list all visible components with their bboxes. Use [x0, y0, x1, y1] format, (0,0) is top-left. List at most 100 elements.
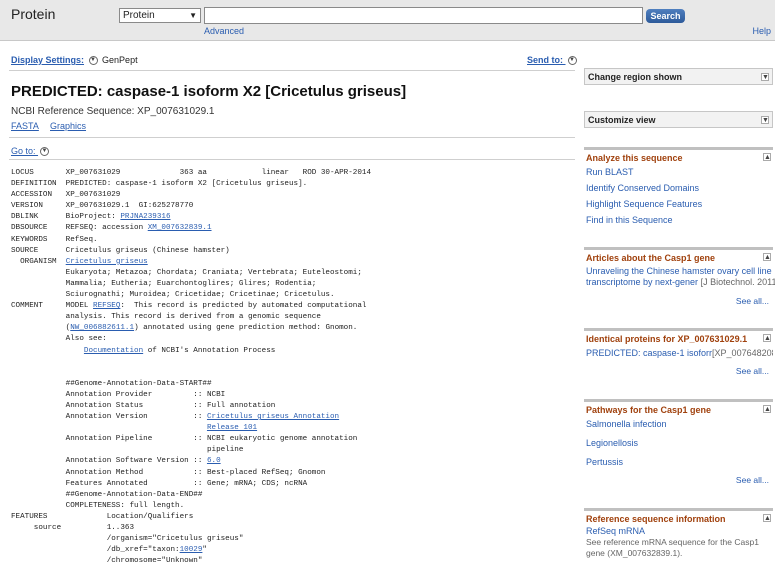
flatfile-link[interactable]: Cricetulus griseus Annotation [207, 413, 339, 421]
section-title: Identical proteins for XP_007631029.1 ▲ [584, 331, 773, 346]
search-header: Protein Protein ▼ Search Advanced Help [0, 0, 775, 41]
collapse-icon[interactable]: ▲ [763, 153, 771, 161]
help-link[interactable]: Help [752, 26, 771, 36]
flatfile-text: Features Annotated :: Gene; mRNA; CDS; n… [11, 479, 308, 488]
flatfile-text: /chromosome="Unknown" [11, 557, 203, 566]
flatfile-link[interactable]: 6.0 [207, 457, 221, 465]
collapse-icon[interactable]: ▲ [763, 405, 771, 413]
flatfile-text: LOCUS XP_007631029 363 aa linear ROD 30-… [11, 169, 372, 177]
flatfile-link[interactable]: Release 101 [207, 424, 257, 432]
search-button[interactable]: Search [646, 9, 685, 23]
section-title: Reference sequence information ▲ [584, 511, 773, 526]
flatfile-link[interactable]: Cricetulus griseus [66, 258, 148, 266]
flatfile-text: : This record is predicted by automated … [120, 302, 367, 311]
flatfile-line: Annotation Provider :: NCBI [11, 390, 371, 401]
refseq-mrna-link[interactable]: RefSeq mRNA [584, 526, 773, 537]
customize-view-toggle[interactable]: Customize view ▼ [584, 111, 773, 128]
flatfile-line: Release 101 [11, 423, 371, 434]
change-region-toggle[interactable]: Change region shown ▼ [584, 68, 773, 85]
section-title: Articles about the Casp1 gene ▲ [584, 250, 773, 265]
display-settings[interactable]: Display Settings: ▼ GenPept [11, 55, 138, 66]
see-all-link[interactable]: See all... [584, 366, 773, 376]
collapse-icon[interactable]: ▲ [763, 514, 771, 522]
change-region-label[interactable]: Change region shown [588, 72, 682, 82]
flatfile-link[interactable]: XM_007632839.1 [148, 224, 212, 232]
flatfile-text [11, 347, 84, 355]
flatfile-text: Annotation Software Version :: [11, 457, 207, 466]
article-link-text[interactable]: transcriptome by next-gener [586, 277, 698, 287]
collapse-icon[interactable]: ▲ [763, 253, 771, 261]
flatfile-line: KEYWORDS RefSeq. [11, 235, 371, 246]
flatfile-text: ##Genome-Annotation-Data-START## [11, 379, 212, 388]
flatfile-link[interactable]: Documentation [84, 347, 143, 355]
flatfile-line: (NW_006882611.1) annotated using gene pr… [11, 323, 371, 334]
identical-protein-item[interactable]: PREDICTED: caspase-1 isoforr[XP_00764820… [584, 346, 773, 362]
pathways-section: Pathways for the Casp1 gene ▲ Salmonella… [584, 399, 773, 485]
flatfile-line: DBSOURCE REFSEQ: accession XM_007632839.… [11, 223, 371, 234]
database-select[interactable]: Protein ▼ [119, 8, 201, 23]
flatfile-link[interactable]: REFSEQ [93, 302, 120, 310]
flatfile-text: Annotation Pipeline :: NCBI eukaryotic g… [11, 435, 358, 444]
flatfile-line: Annotation Pipeline :: NCBI eukaryotic g… [11, 434, 371, 445]
advanced-search-link[interactable]: Advanced [204, 26, 244, 36]
collapse-icon[interactable]: ▲ [763, 334, 771, 342]
refseq-info-section: Reference sequence information ▲ RefSeq … [584, 508, 773, 559]
flatfile-text [11, 369, 16, 377]
flatfile-text: COMMENT MODEL [11, 302, 94, 311]
article-link[interactable]: Unraveling the Chinese hamster ovary cel… [584, 266, 773, 277]
section-title: Analyze this sequence ▲ [584, 150, 773, 165]
flatfile-line: analysis. This record is derived from a … [11, 312, 371, 323]
flatfile-line: Annotation Method :: Best-placed RefSeq;… [11, 468, 371, 479]
flatfile-line [11, 357, 371, 368]
pathway-salmonella-link[interactable]: Salmonella infection [584, 417, 773, 436]
identical-title: Identical proteins for XP_007631029.1 [586, 334, 748, 344]
chevron-down-icon[interactable]: ▼ [567, 56, 577, 66]
chevron-down-icon[interactable]: ▼ [40, 147, 50, 157]
see-all-link[interactable]: See all... [584, 475, 773, 485]
flatfile-line: pipeline [11, 445, 371, 456]
divider [9, 137, 575, 138]
flatfile-line: ##Genome-Annotation-Data-START## [11, 379, 371, 390]
customize-view-label[interactable]: Customize view [588, 115, 656, 125]
flatfile-text: of NCBI's Annotation Process [143, 346, 276, 355]
database-select-value: Protein [123, 10, 155, 21]
find-in-sequence-link[interactable]: Find in this Sequence [584, 213, 773, 229]
flatfile-link[interactable]: 10029 [180, 546, 203, 554]
chevron-down-icon[interactable]: ▼ [761, 73, 769, 81]
pathway-pertussis-link[interactable]: Pertussis [584, 455, 773, 474]
conserved-domains-link[interactable]: Identify Conserved Domains [584, 181, 773, 197]
flatfile-line: source 1..363 [11, 523, 371, 534]
send-to-label[interactable]: Send to: [527, 55, 563, 65]
flatfile-text: DEFINITION PREDICTED: caspase-1 isoform … [11, 180, 308, 189]
flatfile-text: " [202, 546, 207, 555]
flatfile-link[interactable]: PRJNA239316 [120, 213, 170, 221]
see-all-link[interactable]: See all... [584, 296, 773, 306]
flatfile-line: /chromosome="Unknown" [11, 556, 371, 567]
flatfile-link[interactable]: NW_006882611.1 [70, 324, 134, 332]
flatfile-text: KEYWORDS RefSeq. [11, 235, 98, 244]
flatfile-text: Sciurognathi; Muroidea; Cricetidae; Cric… [11, 291, 335, 300]
goto-label[interactable]: Go to: [11, 146, 36, 156]
run-blast-link[interactable]: Run BLAST [584, 165, 773, 181]
display-settings-label[interactable]: Display Settings: [11, 55, 84, 65]
flatfile-line: ##Genome-Annotation-Data-END## [11, 490, 371, 501]
flatfile-line: /organism="Cricetulus griseus" [11, 534, 371, 545]
flatfile-text: Annotation Status :: Full annotation [11, 401, 276, 410]
article-link-line2[interactable]: transcriptome by next-gener [J Biotechno… [584, 277, 775, 288]
fasta-link[interactable]: FASTA [11, 121, 39, 131]
flatfile-text: ##Genome-Annotation-Data-END## [11, 490, 203, 499]
goto-menu[interactable]: Go to: ▼ [11, 146, 51, 157]
send-to-menu[interactable]: Send to: ▼ [527, 55, 579, 66]
flatfile-text: ORGANISM [11, 257, 66, 266]
chevron-down-icon[interactable]: ▼ [761, 116, 769, 124]
flatfile-line: SOURCE Cricetulus griseus (Chinese hamst… [11, 246, 371, 257]
search-input[interactable] [204, 7, 643, 24]
identical-protein-accession: [XP_007648208] [712, 348, 773, 358]
articles-title: Articles about the Casp1 gene [586, 253, 716, 263]
chevron-down-icon[interactable]: ▼ [88, 56, 98, 66]
refseq-id: NCBI Reference Sequence: XP_007631029.1 [11, 106, 215, 117]
highlight-features-link[interactable]: Highlight Sequence Features [584, 197, 773, 213]
identical-protein-link[interactable]: PREDICTED: caspase-1 isoforr [586, 348, 712, 358]
graphics-link[interactable]: Graphics [50, 121, 86, 131]
pathway-legionellosis-link[interactable]: Legionellosis [584, 436, 773, 455]
